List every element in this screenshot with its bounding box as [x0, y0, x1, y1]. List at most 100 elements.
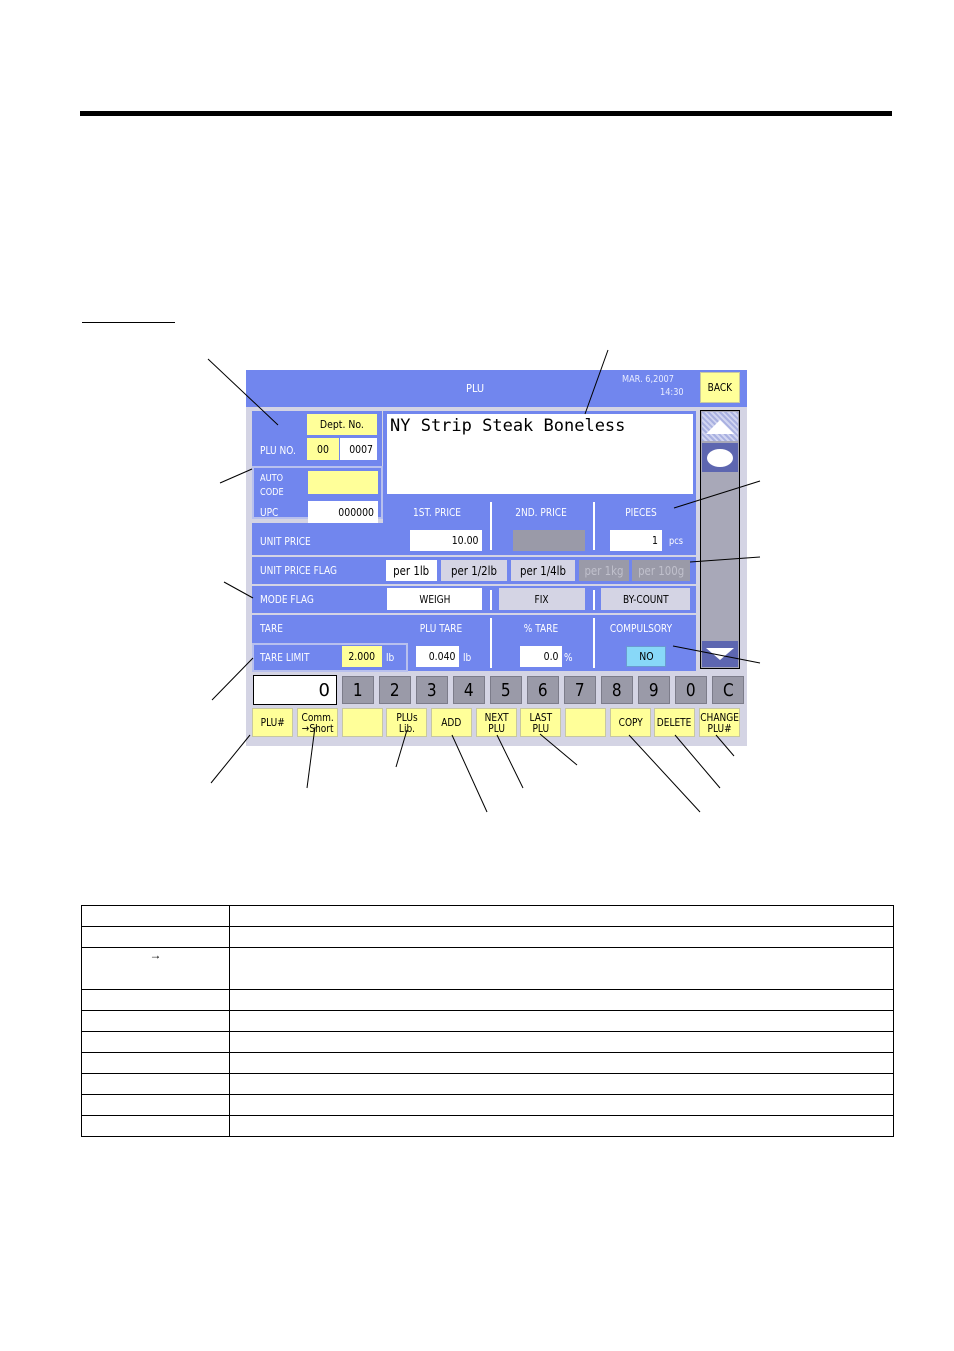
blank-button[interactable]	[565, 708, 606, 737]
key-1[interactable]: 1	[342, 676, 374, 704]
percent-tare-unit: %	[564, 651, 573, 664]
callout-line	[451, 734, 488, 813]
triangle-up-icon	[706, 419, 734, 434]
table-cell-description	[229, 1115, 894, 1137]
change-plu-number-button[interactable]: CHANGE PLU#	[699, 708, 740, 737]
table-cell-term	[81, 926, 230, 948]
second-price-header: 2ND. PRICE	[515, 506, 567, 519]
table-cell-term	[81, 1073, 230, 1095]
table-cell-description	[229, 905, 894, 927]
tare-limit-label: TARE LIMIT	[260, 651, 310, 664]
mode-fix[interactable]: FIX	[499, 588, 585, 610]
separator	[593, 590, 595, 610]
table-cell-term	[81, 1010, 230, 1032]
table-cell-term	[81, 1031, 230, 1053]
key-clear[interactable]: C	[712, 676, 744, 704]
percent-tare-field[interactable]: 0.0	[520, 646, 562, 667]
numeric-display[interactable]: 0	[253, 675, 337, 705]
table-row	[81, 1031, 894, 1053]
plus-library-button[interactable]: PLUs Lib.	[386, 708, 427, 737]
flag-per-quarter-lb[interactable]: per 1/4lb	[511, 560, 575, 581]
dept-no-field[interactable]: 00	[307, 438, 339, 460]
separator	[490, 502, 492, 550]
delete-button[interactable]: DELETE	[654, 708, 695, 737]
key-4[interactable]: 4	[453, 676, 485, 704]
callout-line	[210, 734, 251, 784]
flag-per-half-lb[interactable]: per 1/2lb	[441, 560, 507, 581]
upc-label: UPC	[260, 506, 279, 519]
back-button[interactable]: BACK	[700, 372, 740, 403]
separator	[593, 618, 595, 668]
table-row	[81, 1094, 894, 1116]
description-table: →	[81, 905, 894, 1137]
tare-limit-unit: lb	[386, 651, 395, 664]
table-row	[81, 1073, 894, 1095]
table-cell-description	[229, 989, 894, 1011]
flag-per-1lb[interactable]: per 1lb	[386, 560, 437, 581]
blank-button[interactable]	[342, 708, 383, 737]
first-price-header: 1ST. PRICE	[412, 506, 461, 519]
scroll-up-button[interactable]	[702, 412, 738, 441]
second-price-field	[513, 530, 585, 551]
commodity-name-field[interactable]: NY Strip Steak Boneless	[387, 414, 693, 494]
table-cell-description	[229, 1031, 894, 1053]
table-row: →	[81, 947, 894, 990]
plu-tare-field[interactable]: 0.040	[416, 646, 459, 667]
table-cell-term	[81, 989, 230, 1011]
table-row	[81, 1115, 894, 1137]
separator	[490, 590, 492, 610]
table-cell-term	[81, 1052, 230, 1074]
table-cell-description	[229, 947, 894, 990]
screen-title: PLU	[466, 382, 485, 395]
auto-code-label-1: AUTO	[260, 473, 284, 484]
header-rule	[80, 111, 892, 116]
plu-no-field[interactable]: 0007	[340, 438, 377, 460]
table-row	[81, 926, 894, 948]
plu-number-button[interactable]: PLU#	[252, 708, 293, 737]
unit-price-flag-label: UNIT PRICE FLAG	[260, 564, 338, 577]
scroll-thumb[interactable]	[702, 443, 738, 472]
separator	[593, 502, 595, 550]
copy-button[interactable]: COPY	[610, 708, 651, 737]
flag-per-100g: per 100g	[632, 560, 690, 581]
last-plu-button[interactable]: LAST PLU	[520, 708, 561, 737]
comm-short-button[interactable]: Comm. →Short	[297, 708, 338, 737]
section-underline	[82, 322, 175, 323]
mode-weigh[interactable]: WEIGH	[387, 588, 482, 610]
pieces-unit: pcs	[669, 536, 683, 547]
key-0[interactable]: 0	[675, 676, 707, 704]
tare-label: TARE	[260, 622, 283, 635]
add-button[interactable]: ADD	[431, 708, 472, 737]
key-2[interactable]: 2	[379, 676, 411, 704]
plu-tare-unit: lb	[463, 651, 472, 664]
key-7[interactable]: 7	[564, 676, 596, 704]
auto-code-field[interactable]	[308, 471, 378, 494]
table-cell-description	[229, 1094, 894, 1116]
next-plu-button[interactable]: NEXT PLU	[476, 708, 517, 737]
scroll-down-button[interactable]	[702, 641, 738, 667]
mode-by-count[interactable]: BY-COUNT	[601, 588, 690, 610]
table-row	[81, 1010, 894, 1032]
tare-limit-field[interactable]: 2.000	[342, 646, 382, 667]
key-5[interactable]: 5	[490, 676, 522, 704]
percent-tare-label: % TARE	[523, 622, 559, 635]
dept-no-label: Dept. No.	[307, 414, 377, 435]
triangle-down-icon	[706, 648, 734, 660]
table-cell-description	[229, 1052, 894, 1074]
key-8[interactable]: 8	[601, 676, 633, 704]
first-price-field[interactable]: 10.00	[410, 530, 482, 551]
table-row	[81, 989, 894, 1011]
table-cell-description	[229, 1073, 894, 1095]
date-display: MAR. 6,2007	[622, 374, 675, 385]
compulsory-button[interactable]: NO	[626, 646, 666, 667]
key-6[interactable]: 6	[527, 676, 559, 704]
upc-field[interactable]: 000000	[308, 501, 378, 523]
flag-per-1kg: per 1kg	[579, 560, 629, 581]
table-cell-description	[229, 1010, 894, 1032]
unit-price-label: UNIT PRICE	[260, 535, 311, 548]
key-3[interactable]: 3	[416, 676, 448, 704]
callout-line	[628, 734, 701, 813]
table-cell-term	[81, 1094, 230, 1116]
pieces-field[interactable]: 1	[610, 530, 662, 551]
key-9[interactable]: 9	[638, 676, 670, 704]
